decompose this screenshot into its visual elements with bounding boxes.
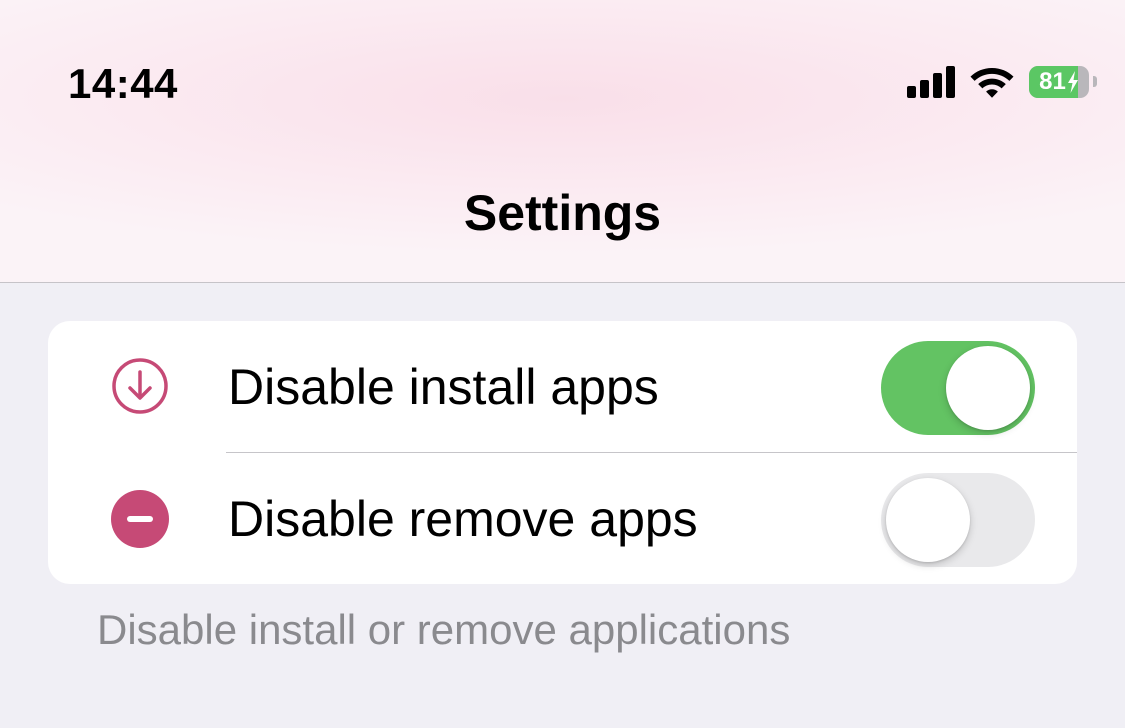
battery-cap: [1093, 76, 1097, 87]
download-circle-icon: [112, 358, 168, 414]
toggle-knob: [886, 478, 970, 562]
cellular-signal-icon: [907, 66, 955, 98]
status-time: 14:44: [68, 60, 178, 107]
disable-install-apps-label: Disable install apps: [228, 359, 659, 415]
settings-group: Disable install apps Disable remove apps: [48, 321, 1077, 584]
charging-bolt-icon: [1067, 71, 1078, 93]
navigation-header: 14:44 81 Settings: [0, 0, 1125, 283]
disable-remove-apps-toggle[interactable]: [881, 473, 1035, 567]
disable-install-apps-row[interactable]: Disable install apps: [48, 321, 1077, 452]
wifi-icon: [970, 68, 1014, 98]
battery-icon: 81: [1029, 65, 1097, 99]
page-title: Settings: [463, 185, 662, 241]
toggle-knob: [946, 346, 1030, 430]
section-footer: Disable install or remove applications: [97, 606, 791, 653]
disable-install-apps-toggle[interactable]: [881, 341, 1035, 435]
disable-remove-apps-label: Disable remove apps: [228, 491, 698, 547]
status-icons: 81: [907, 62, 1097, 102]
minus-circle-icon: [111, 490, 169, 548]
battery-percent: 81: [1039, 68, 1066, 95]
disable-remove-apps-row[interactable]: Disable remove apps: [48, 453, 1077, 584]
